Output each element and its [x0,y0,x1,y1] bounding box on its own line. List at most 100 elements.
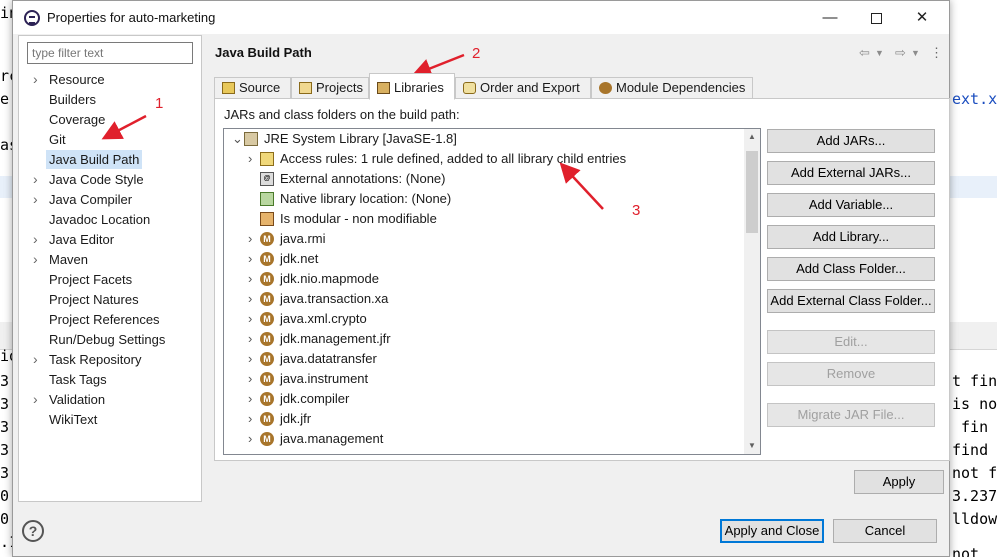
tree-row[interactable]: › Mjava.rmi [224,229,744,249]
tab-label: Order and Export [480,80,580,95]
editor-line: not [952,545,980,557]
nav-item-javadoc-location[interactable]: Javadoc Location [46,210,153,229]
tree-row-label: java.instrument [280,371,369,386]
chevron-right-icon[interactable]: › [248,269,258,289]
nav-item-maven[interactable]: Maven [46,250,91,269]
libraries-tree[interactable]: ⌄ JRE System Library [JavaSE-1.8] › Access … [223,128,761,455]
chevron-right-icon[interactable]: › [248,329,258,349]
nav-item-project-facets[interactable]: Project Facets [46,270,135,289]
chevron-right-icon[interactable]: › [33,70,43,89]
chevron-down-icon[interactable]: ⌄ [232,129,243,149]
tree-row[interactable]: › Mjava.management [224,429,744,449]
nav-item-run-debug-settings[interactable]: Run/Debug Settings [46,330,168,349]
tree-row[interactable]: › Mjava.datatransfer [224,349,744,369]
help-icon[interactable]: ? [22,520,44,542]
tree-row[interactable]: › Access rules: 1 rule defined, added to … [224,149,744,169]
jar-icon: M [260,392,274,406]
maximize-button[interactable] [853,1,899,34]
tab-order-export[interactable]: Order and Export [455,77,591,99]
cancel-button[interactable]: Cancel [833,519,937,543]
remove-button[interactable]: Remove [767,362,935,386]
editor-line: is no [952,395,997,413]
nav-item-task-repository[interactable]: Task Repository [46,350,144,369]
add-jars-button[interactable]: Add JARs... [767,129,935,153]
annotation-number-1: 1 [155,95,164,112]
tree-row[interactable]: › Mjdk.net [224,249,744,269]
chevron-right-icon[interactable]: › [248,349,258,369]
scroll-down-icon[interactable]: ▼ [744,438,760,454]
nav-item-builders[interactable]: Builders [46,90,99,109]
tree-row-label: jdk.management.jfr [280,331,391,346]
nav-item-project-references[interactable]: Project References [46,310,163,329]
nav-item-task-tags[interactable]: Task Tags [46,370,110,389]
nav-item-coverage[interactable]: Coverage [46,110,108,129]
tab-module-dependencies[interactable]: Module Dependencies [591,77,753,99]
forward-arrow-icon[interactable]: ⇨ [895,45,906,61]
chevron-right-icon[interactable]: › [248,249,258,269]
nav-item-java-editor[interactable]: Java Editor [46,230,117,249]
tree-row-label: java.management [280,431,384,446]
nav-item-project-natures[interactable]: Project Natures [46,290,142,309]
tree-row[interactable]: › Mjava.transaction.xa [224,289,744,309]
add-class-folder-button[interactable]: Add Class Folder... [767,257,935,281]
chevron-right-icon[interactable]: › [248,369,258,389]
chevron-right-icon[interactable]: › [248,289,258,309]
tree-row[interactable]: Native library location: (None) [224,189,744,209]
tree-row[interactable]: @ External annotations: (None) [224,169,744,189]
editor-line: ext.x [952,90,997,108]
nav-item-java-code-style[interactable]: Java Code Style [46,170,147,189]
tab-libraries[interactable]: Libraries [369,73,455,100]
access-rules-icon [260,152,274,166]
chevron-right-icon[interactable]: › [33,390,43,409]
order-export-icon [463,82,476,94]
chevron-right-icon[interactable]: › [33,170,43,189]
add-external-jars-button[interactable]: Add External JARs... [767,161,935,185]
forward-dropdown-icon[interactable]: ▼ [911,48,920,58]
chevron-right-icon[interactable]: › [248,149,258,169]
tree-row[interactable]: › Mjava.xml.crypto [224,309,744,329]
back-dropdown-icon[interactable]: ▼ [875,48,884,58]
tree-row[interactable]: › Mjdk.jfr [224,409,744,429]
filter-input[interactable] [27,42,193,64]
chevron-right-icon[interactable]: › [33,250,43,269]
projects-icon [299,82,312,94]
tree-row[interactable]: Is modular - non modifiable [224,209,744,229]
close-button[interactable]: ✕ [899,1,945,34]
chevron-right-icon[interactable]: › [33,230,43,249]
add-library-button[interactable]: Add Library... [767,225,935,249]
tree-row[interactable]: › Mjdk.nio.mapmode [224,269,744,289]
add-external-class-folder-button[interactable]: Add External Class Folder... [767,289,935,313]
nav-item-java-compiler[interactable]: Java Compiler [46,190,135,209]
edit-button[interactable]: Edit... [767,330,935,354]
tree-row[interactable]: › Mjdk.management.jfr [224,329,744,349]
tab-source[interactable]: Source [214,77,291,99]
nav-item-java-build-path[interactable]: Java Build Path [46,150,143,169]
scroll-thumb[interactable] [746,151,758,233]
nav-item-wikitext[interactable]: WikiText [46,410,100,429]
tree-row[interactable]: ⌄ JRE System Library [JavaSE-1.8] [224,129,744,149]
tab-projects[interactable]: Projects [291,77,369,99]
nav-item-git[interactable]: Git [46,130,69,149]
tree-scrollbar[interactable]: ▲ ▼ [744,129,760,454]
back-arrow-icon[interactable]: ⇦ [859,45,870,61]
chevron-right-icon[interactable]: › [248,389,258,409]
chevron-right-icon[interactable]: › [33,190,43,209]
tree-row[interactable]: › Mjdk.compiler [224,389,744,409]
migrate-jar-button[interactable]: Migrate JAR File... [767,403,935,427]
chevron-right-icon[interactable]: › [248,229,258,249]
chevron-right-icon[interactable]: › [248,409,258,429]
tree-row[interactable]: › Mjava.instrument [224,369,744,389]
tab-label: Projects [316,80,363,95]
minimize-button[interactable]: — [807,1,853,34]
add-variable-button[interactable]: Add Variable... [767,193,935,217]
nav-item-validation[interactable]: Validation [46,390,108,409]
native-library-icon [260,192,274,206]
chevron-right-icon[interactable]: › [248,309,258,329]
apply-and-close-button[interactable]: Apply and Close [720,519,824,543]
apply-button[interactable]: Apply [854,470,944,494]
nav-item-resource[interactable]: Resource [46,70,108,89]
menu-dots-icon[interactable]: ⋮ [930,45,943,61]
chevron-right-icon[interactable]: › [33,350,43,369]
scroll-up-icon[interactable]: ▲ [744,129,760,145]
chevron-right-icon[interactable]: › [248,429,258,449]
